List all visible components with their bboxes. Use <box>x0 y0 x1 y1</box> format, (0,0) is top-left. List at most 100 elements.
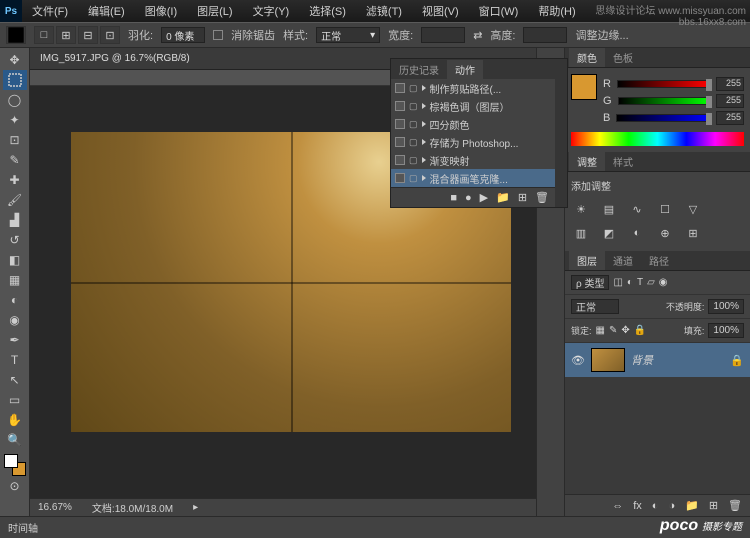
brush-tool[interactable]: 🖌 <box>3 190 27 210</box>
adj-hue-icon[interactable]: ▥ <box>571 225 591 241</box>
shape-tool[interactable]: ▭ <box>3 390 27 410</box>
timeline-label[interactable]: 时间轴 <box>8 520 38 535</box>
tab-color[interactable]: 颜色 <box>569 48 605 67</box>
adjustment-icon[interactable]: ◑ <box>668 500 675 512</box>
adj-exposure-icon[interactable]: ☐ <box>655 201 675 217</box>
r-value[interactable]: 255 <box>716 77 744 91</box>
zoom-level[interactable]: 16.67% <box>38 502 72 513</box>
group-icon[interactable]: 📁 <box>685 499 699 512</box>
opacity-value[interactable]: 100% <box>708 299 744 314</box>
int-sel-icon[interactable]: ⊡ <box>100 26 120 44</box>
tab-paths[interactable]: 路径 <box>641 251 677 270</box>
watermark-line1: 思缘设计论坛 www.missyuan.com <box>595 2 746 17</box>
crop-tool[interactable]: ⊡ <box>3 130 27 150</box>
menu-file[interactable]: 文件(F) <box>22 0 78 22</box>
record-icon[interactable]: ● <box>465 192 472 204</box>
adj-brightness-icon[interactable]: ☀ <box>571 201 591 217</box>
tab-actions[interactable]: 动作 <box>447 60 483 79</box>
eraser-tool[interactable]: ◧ <box>3 250 27 270</box>
new-set-icon[interactable]: 📁 <box>496 191 510 204</box>
lasso-tool[interactable]: ◯ <box>3 90 27 110</box>
menu-edit[interactable]: 编辑(E) <box>78 0 135 22</box>
hand-tool[interactable]: ✋ <box>3 410 27 430</box>
height-input[interactable] <box>523 27 567 43</box>
delete-icon[interactable]: 🗑 <box>535 191 549 204</box>
adj-lookup-icon[interactable]: ⊞ <box>683 225 703 241</box>
pen-tool[interactable]: ✒ <box>3 330 27 350</box>
adj-curves-icon[interactable]: ∿ <box>627 201 647 217</box>
g-value[interactable]: 255 <box>716 94 744 108</box>
tab-layers[interactable]: 图层 <box>569 251 605 270</box>
marquee-icon[interactable] <box>6 26 26 44</box>
menu-layer[interactable]: 图层(L) <box>187 0 242 22</box>
new-sel-icon[interactable]: □ <box>34 26 54 44</box>
current-color[interactable] <box>571 74 597 100</box>
fx-icon[interactable]: fx <box>633 500 642 512</box>
action-item-0[interactable]: ▢制作剪贴路径(... <box>391 79 555 97</box>
quickmask-tool[interactable]: ⊙ <box>3 476 27 496</box>
action-item-3[interactable]: ▢存储为 Photoshop... <box>391 133 555 151</box>
feather-input[interactable]: 0 像素 <box>161 27 205 43</box>
antialias-checkbox[interactable] <box>213 30 223 40</box>
r-slider[interactable] <box>617 80 710 88</box>
action-item-5[interactable]: ▢混合器画笔克隆... <box>391 169 555 187</box>
path-tool[interactable]: ↖ <box>3 370 27 390</box>
menu-image[interactable]: 图像(I) <box>135 0 187 22</box>
marquee-tool[interactable] <box>3 70 27 90</box>
b-slider[interactable] <box>616 114 710 122</box>
tab-channels[interactable]: 通道 <box>605 251 641 270</box>
adj-photo-icon[interactable]: ◐ <box>627 225 647 241</box>
adj-mixer-icon[interactable]: ⊕ <box>655 225 675 241</box>
action-item-1[interactable]: ▢棕褐色调（图层） <box>391 97 555 115</box>
tab-adjust[interactable]: 调整 <box>569 152 605 171</box>
action-item-2[interactable]: ▢四分颜色 <box>391 115 555 133</box>
gradient-tool[interactable]: ▦ <box>3 270 27 290</box>
trash-icon[interactable]: 🗑 <box>728 499 742 512</box>
add-sel-icon[interactable]: ⊞ <box>56 26 76 44</box>
visibility-icon[interactable]: 👁 <box>571 354 585 367</box>
type-tool[interactable]: T <box>3 350 27 370</box>
new-action-icon[interactable]: ⊞ <box>518 191 527 204</box>
eyedropper-tool[interactable]: ✎ <box>3 150 27 170</box>
action-item-4[interactable]: ▢渐变映射 <box>391 151 555 169</box>
b-value[interactable]: 255 <box>716 111 744 125</box>
adj-levels-icon[interactable]: ▤ <box>599 201 619 217</box>
move-tool[interactable]: ✥ <box>3 50 27 70</box>
menu-window[interactable]: 窗口(W) <box>469 0 529 22</box>
width-input[interactable] <box>421 27 465 43</box>
heal-tool[interactable]: ✚ <box>3 170 27 190</box>
menu-view[interactable]: 视图(V) <box>412 0 469 22</box>
fg-swatch[interactable] <box>4 454 18 468</box>
layer-kind-select[interactable]: ρ 类型 <box>571 275 609 290</box>
style-select[interactable]: 正常▾ <box>316 27 380 43</box>
adj-vibrance-icon[interactable]: ▽ <box>683 201 703 217</box>
blend-mode-select[interactable]: 正常 <box>571 299 619 314</box>
menu-filter[interactable]: 滤镜(T) <box>356 0 412 22</box>
g-slider[interactable] <box>618 97 710 105</box>
stamp-tool[interactable]: ▟ <box>3 210 27 230</box>
color-swatches[interactable] <box>4 454 26 476</box>
new-layer-icon[interactable]: ⊞ <box>709 499 718 512</box>
dodge-tool[interactable]: ◉ <box>3 310 27 330</box>
menu-help[interactable]: 帮助(H) <box>528 0 585 22</box>
actions-scrollbar[interactable] <box>555 79 567 207</box>
menu-bar: Ps 文件(F) 编辑(E) 图像(I) 图层(L) 文字(Y) 选择(S) 滤… <box>0 0 750 22</box>
sub-sel-icon[interactable]: ⊟ <box>78 26 98 44</box>
menu-select[interactable]: 选择(S) <box>299 0 356 22</box>
blur-tool[interactable]: ◐ <box>3 290 27 310</box>
link-icon[interactable]: ⇔ <box>612 500 623 512</box>
zoom-tool[interactable]: 🔍 <box>3 430 27 450</box>
layer-row-background[interactable]: 👁 背景 🔒 <box>565 343 750 377</box>
tab-styles[interactable]: 样式 <box>605 152 641 171</box>
adj-bw-icon[interactable]: ◩ <box>599 225 619 241</box>
tab-swatches[interactable]: 色板 <box>605 48 641 67</box>
history-brush-tool[interactable]: ↺ <box>3 230 27 250</box>
fill-value[interactable]: 100% <box>708 323 744 338</box>
menu-type[interactable]: 文字(Y) <box>243 0 300 22</box>
stop-icon[interactable]: ■ <box>450 192 457 204</box>
spectrum-bar[interactable] <box>571 132 744 146</box>
tab-history[interactable]: 历史记录 <box>391 60 447 79</box>
play-icon[interactable]: ▶ <box>480 191 488 204</box>
wand-tool[interactable]: ✦ <box>3 110 27 130</box>
mask-icon[interactable]: ◐ <box>652 500 659 512</box>
